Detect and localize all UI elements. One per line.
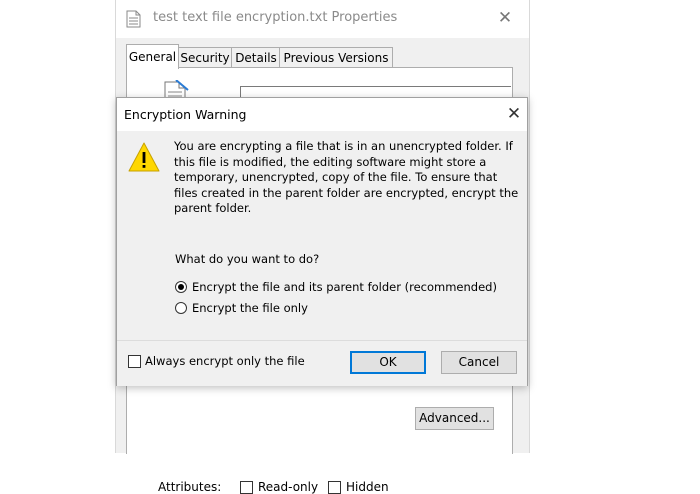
tab-general[interactable]: General [126,44,179,69]
encryption-warning-dialog: Encryption Warning ✕ You are encrypting … [116,97,528,386]
hidden-checkbox[interactable] [328,481,341,494]
always-encrypt-file-checkbox[interactable] [128,355,141,368]
ok-button[interactable]: OK [350,351,426,374]
dialog-titlebar: Encryption Warning ✕ [117,98,527,131]
warning-icon [128,142,160,172]
close-icon[interactable]: ✕ [494,7,516,29]
option-encrypt-file-only-label[interactable]: Encrypt the file only [192,301,308,315]
attributes-label: Attributes: [158,480,222,494]
text-file-icon [126,10,141,28]
option-encrypt-file-and-folder-label[interactable]: Encrypt the file and its parent folder (… [192,280,497,294]
advanced-button[interactable]: Advanced... [415,407,494,430]
properties-title: test text file encryption.txt Properties [153,10,398,25]
read-only-label: Read-only [258,480,319,494]
dialog-content: You are encrypting a file that is in an … [117,131,527,340]
read-only-checkbox[interactable] [240,481,253,494]
radio-encrypt-file-only[interactable] [175,302,187,314]
always-encrypt-file-label[interactable]: Always encrypt only the file [145,354,305,368]
tab-details[interactable]: Details [231,47,281,68]
hidden-label: Hidden [346,480,389,494]
warning-message: You are encrypting a file that is in an … [174,139,519,215]
tab-previous-versions[interactable]: Previous Versions [279,47,393,68]
properties-titlebar: test text file encryption.txt Properties… [116,0,529,38]
tab-security[interactable]: Security [177,47,233,68]
question-label: What do you want to do? [175,252,320,266]
cancel-button[interactable]: Cancel [441,351,517,374]
radio-encrypt-file-and-folder[interactable] [175,281,187,293]
close-icon[interactable]: ✕ [502,102,526,126]
dialog-footer: Always encrypt only the file OK Cancel [117,340,527,386]
dialog-title: Encryption Warning [124,107,247,122]
